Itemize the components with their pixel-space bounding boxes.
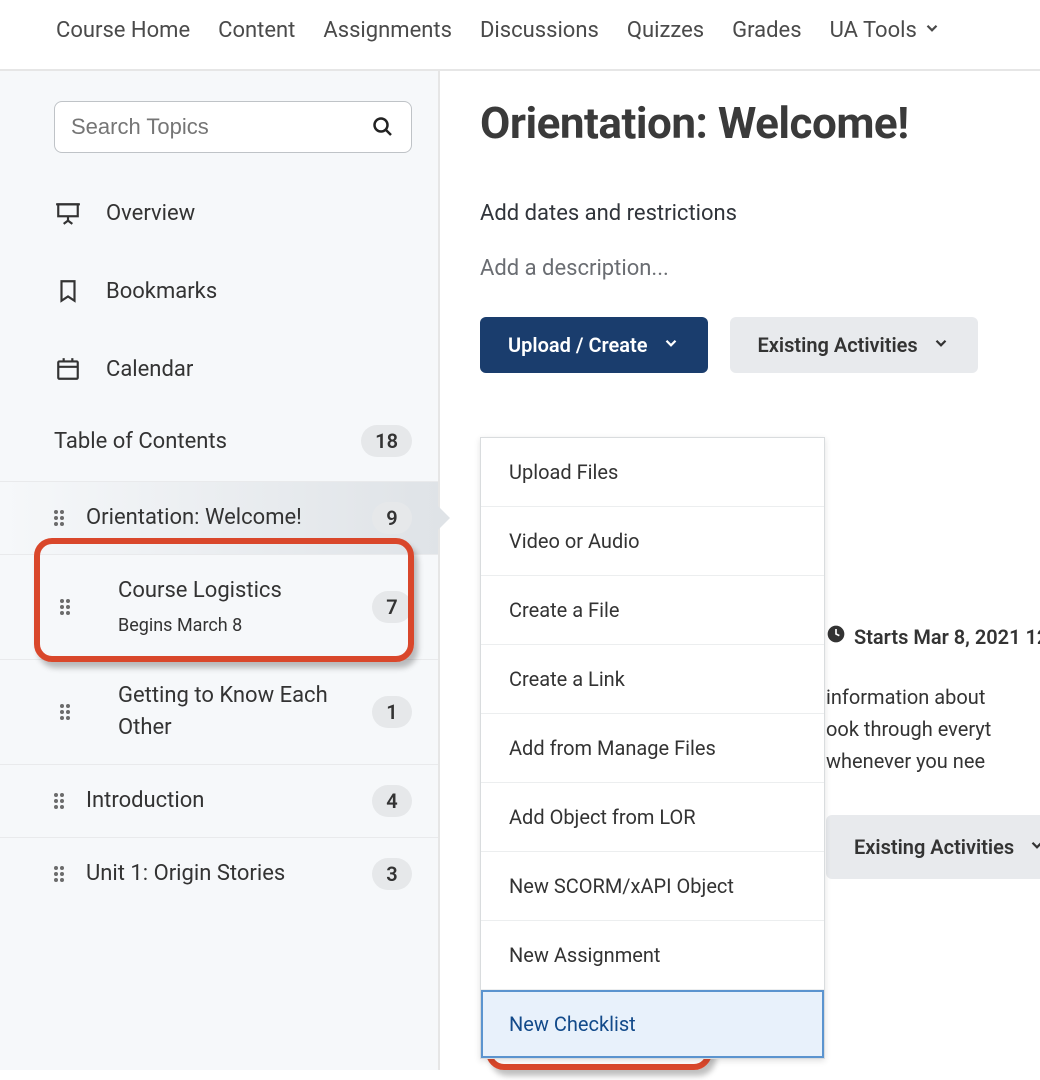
toc-count-badge: 18 <box>361 425 412 457</box>
menu-video-audio[interactable]: Video or Audio <box>481 507 824 576</box>
menu-create-link[interactable]: Create a Link <box>481 645 824 714</box>
menu-new-assignment[interactable]: New Assignment <box>481 921 824 990</box>
sidebar-overview-label: Overview <box>106 201 195 226</box>
existing-activities-button[interactable]: Existing Activities <box>730 317 978 373</box>
menu-create-file[interactable]: Create a File <box>481 576 824 645</box>
menu-add-lor[interactable]: Add Object from LOR <box>481 783 824 852</box>
module-course-logistics[interactable]: Course Logistics Begins March 8 7 <box>0 554 438 659</box>
chevron-down-icon <box>923 18 941 43</box>
toc-label: Table of Contents <box>54 429 227 454</box>
menu-upload-files[interactable]: Upload Files <box>481 438 824 507</box>
chevron-down-icon <box>662 333 680 357</box>
upload-create-menu: Upload Files Video or Audio Create a Fil… <box>480 437 825 1059</box>
sidebar-calendar[interactable]: Calendar <box>0 337 438 401</box>
chevron-down-icon <box>932 333 950 357</box>
add-description[interactable]: Add a description... <box>480 256 1040 281</box>
drag-handle-icon[interactable] <box>60 599 74 615</box>
module-count-badge: 1 <box>372 696 412 728</box>
search-topics[interactable] <box>54 101 412 153</box>
existing-activities-label: Existing Activities <box>758 333 918 357</box>
add-dates-restrictions[interactable]: Add dates and restrictions <box>480 201 1040 226</box>
presentation-icon <box>54 199 82 227</box>
nav-ua-tools[interactable]: UA Tools <box>830 18 941 43</box>
module-orientation-welcome[interactable]: Orientation: Welcome! 9 <box>0 481 438 554</box>
sidebar-overview[interactable]: Overview <box>0 181 438 245</box>
module-subtitle: Begins March 8 <box>118 613 354 639</box>
module-title: Course Logistics <box>118 575 354 607</box>
nav-course-home[interactable]: Course Home <box>56 18 190 43</box>
module-count-badge: 9 <box>372 502 412 534</box>
chevron-down-icon <box>1028 831 1040 863</box>
existing-activities-button-2[interactable]: Existing Activities <box>826 815 1040 879</box>
content-behind-dropdown: Starts Mar 8, 2021 12: information about… <box>826 621 1040 879</box>
nav-ua-tools-label: UA Tools <box>830 18 917 43</box>
sidebar-bookmarks-label: Bookmarks <box>106 279 217 304</box>
nav-assignments[interactable]: Assignments <box>323 18 452 43</box>
module-title: Orientation: Welcome! <box>86 502 354 534</box>
start-date-text: Starts Mar 8, 2021 12: <box>854 621 1040 653</box>
menu-new-scorm[interactable]: New SCORM/xAPI Object <box>481 852 824 921</box>
existing-activities-label-2: Existing Activities <box>854 831 1014 863</box>
menu-add-manage-files[interactable]: Add from Manage Files <box>481 714 824 783</box>
drag-handle-icon[interactable] <box>54 510 68 526</box>
module-count-badge: 3 <box>372 858 412 890</box>
nav-discussions[interactable]: Discussions <box>480 18 599 43</box>
drag-handle-icon[interactable] <box>54 866 68 882</box>
bookmark-icon <box>54 277 82 305</box>
module-title: Introduction <box>86 785 354 817</box>
toc-header[interactable]: Table of Contents 18 <box>0 401 438 481</box>
search-input[interactable] <box>71 114 371 140</box>
upload-create-label: Upload / Create <box>508 333 648 357</box>
sidebar-bookmarks[interactable]: Bookmarks <box>0 259 438 323</box>
module-title: Unit 1: Origin Stories <box>86 858 354 890</box>
drag-handle-icon[interactable] <box>60 704 74 720</box>
calendar-icon <box>54 355 82 383</box>
nav-quizzes[interactable]: Quizzes <box>627 18 704 43</box>
content-main: Orientation: Welcome! Add dates and rest… <box>440 71 1040 1070</box>
search-icon <box>371 115 395 139</box>
module-unit-1[interactable]: Unit 1: Origin Stories 3 <box>0 837 438 910</box>
upload-create-button[interactable]: Upload / Create <box>480 317 708 373</box>
module-count-badge: 7 <box>372 591 412 623</box>
page-title[interactable]: Orientation: Welcome! <box>480 97 1040 149</box>
module-getting-to-know[interactable]: Getting to Know Each Other 1 <box>0 659 438 764</box>
menu-new-checklist[interactable]: New Checklist <box>481 990 824 1058</box>
nav-content[interactable]: Content <box>218 18 295 43</box>
clock-icon <box>826 621 846 653</box>
sidebar-calendar-label: Calendar <box>106 357 193 382</box>
content-sidebar: Overview Bookmarks Calendar Table of Con… <box>0 71 440 1070</box>
module-introduction[interactable]: Introduction 4 <box>0 764 438 837</box>
module-title: Getting to Know Each Other <box>118 680 354 744</box>
course-navbar: Course Home Content Assignments Discussi… <box>0 0 1040 71</box>
drag-handle-icon[interactable] <box>54 793 68 809</box>
module-count-badge: 4 <box>372 785 412 817</box>
nav-grades[interactable]: Grades <box>732 18 801 43</box>
module-description-text: information about ook through everyt whe… <box>826 681 1040 777</box>
